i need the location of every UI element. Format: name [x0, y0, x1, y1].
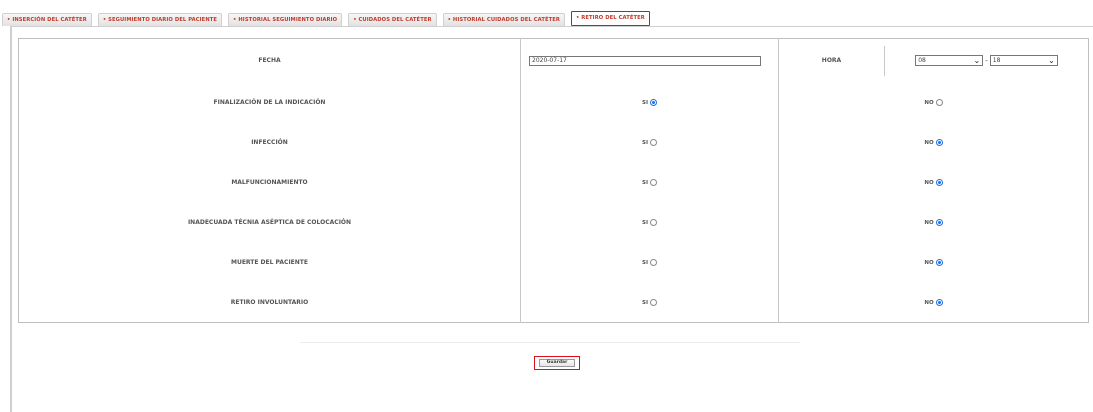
no-cell: NO [779, 243, 1089, 283]
si-radio[interactable] [650, 299, 657, 306]
tab-insercion[interactable]: • INSERCIÓN DEL CATÉTER [2, 13, 92, 26]
si-label: SI [641, 139, 648, 146]
si-cell: SI [520, 162, 779, 203]
no-cell: NO [779, 83, 1089, 123]
hora-wrap: HORA 08 ⌄ - 18 ⌄ [779, 39, 1088, 83]
no-cell: NO [779, 203, 1089, 243]
si-radio[interactable] [650, 99, 657, 107]
tab-retiro[interactable]: • RETIRO DEL CATÉTER [570, 11, 650, 26]
no-radio[interactable] [935, 299, 943, 306]
tab-list: • INSERCIÓN DEL CATÉTER • SEGUIMIENTO DI… [2, 10, 656, 26]
hour-select[interactable]: 08 ⌄ [915, 55, 984, 67]
no-option[interactable]: NO [924, 179, 943, 187]
fecha-row: FECHA 2020-07-17 HORA 08 ⌄ - 18 ⌄ [18, 38, 1089, 83]
no-label: NO [924, 179, 934, 186]
no-radio[interactable] [935, 179, 943, 187]
no-option[interactable]: NO [924, 259, 943, 267]
question-row: RETIRO INVOLUNTARIO SI NO [18, 282, 1089, 323]
no-radio[interactable] [935, 219, 943, 227]
question-label: MALFUNCIONAMIENTO [18, 162, 521, 203]
si-option[interactable]: SI [641, 259, 657, 267]
question-label: INADECUADA TÉCNIA ASÉPTICA DE COLOCACIÓN [18, 202, 521, 243]
form-divider [300, 342, 800, 343]
si-radio[interactable] [650, 179, 657, 187]
hour-value: 08 [918, 57, 926, 65]
si-radio[interactable] [650, 139, 657, 147]
question-label: FINALIZACIÓN DE LA INDICACIÓN [18, 82, 521, 123]
fecha-label: FECHA [18, 38, 521, 83]
si-cell: SI [520, 282, 779, 323]
no-option[interactable]: NO [924, 299, 943, 306]
question-label: MUERTE DEL PACIENTE [18, 242, 521, 283]
si-label: SI [641, 99, 648, 106]
question-label: INFECCIÓN [18, 122, 521, 163]
hora-label: HORA [779, 45, 885, 76]
no-cell: NO [779, 123, 1089, 163]
question-row: INADECUADA TÉCNIA ASÉPTICA DE COLOCACIÓN… [18, 202, 1089, 243]
hora-cell: HORA 08 ⌄ - 18 ⌄ [779, 39, 1089, 83]
question-row: MALFUNCIONAMIENTO SI NO [18, 162, 1089, 203]
save-button-label: Guardar [539, 359, 575, 367]
si-option[interactable]: SI [641, 179, 657, 187]
question-label: RETIRO INVOLUNTARIO [18, 282, 521, 323]
si-option[interactable]: SI [641, 139, 657, 147]
si-option[interactable]: SI [642, 299, 657, 306]
si-label: SI [641, 179, 648, 186]
question-row: FINALIZACIÓN DE LA INDICACIÓN SI NO [18, 82, 1089, 123]
si-option[interactable]: SI [641, 99, 657, 107]
no-cell: NO [779, 283, 1089, 323]
tab-seguimiento-diario[interactable]: • SEGUIMIENTO DIARIO DEL PACIENTE [97, 13, 223, 26]
hora-selects: 08 ⌄ - 18 ⌄ [885, 55, 1088, 67]
no-label: NO [924, 99, 934, 106]
no-label: NO [924, 139, 934, 146]
chevron-down-icon: ⌄ [1048, 55, 1055, 65]
fecha-input[interactable]: 2020-07-17 [529, 55, 761, 66]
minute-value: 18 [992, 57, 1001, 65]
no-radio[interactable] [935, 99, 943, 107]
si-radio[interactable] [650, 219, 657, 227]
no-option[interactable]: NO [924, 139, 943, 147]
si-cell: SI [520, 242, 779, 283]
chevron-down-icon: ⌄ [973, 55, 981, 65]
minute-select[interactable]: 18 ⌄ [989, 55, 1058, 67]
no-label: NO [924, 259, 934, 266]
no-cell: NO [779, 163, 1089, 203]
question-row: INFECCIÓN SI NO [18, 122, 1089, 163]
no-option[interactable]: NO [924, 219, 943, 227]
si-option[interactable]: SI [641, 219, 657, 227]
si-cell: SI [520, 122, 779, 163]
no-label: NO [924, 299, 934, 306]
question-row: MUERTE DEL PACIENTE SI NO [18, 242, 1089, 283]
si-cell: SI [520, 82, 779, 123]
no-radio[interactable] [935, 259, 943, 267]
tab-cuidados[interactable]: • CUIDADOS DEL CATÉTER [348, 13, 437, 26]
tab-bar: • INSERCIÓN DEL CATÉTER • SEGUIMIENTO DI… [0, 0, 1093, 28]
si-radio[interactable] [650, 259, 657, 267]
hora-separator: - [985, 56, 988, 65]
si-cell: SI [520, 202, 779, 243]
si-label: SI [641, 219, 648, 226]
no-radio[interactable] [935, 139, 943, 147]
si-label: SI [641, 259, 648, 266]
save-button[interactable]: Guardar [534, 356, 580, 370]
tab-historial-cuidados[interactable]: • HISTORIAL CUIDADOS DEL CATÉTER [442, 13, 565, 26]
retiro-form: FECHA 2020-07-17 HORA 08 ⌄ - 18 ⌄ FINALIZA… [18, 38, 1089, 323]
no-label: NO [924, 219, 934, 226]
no-option[interactable]: NO [924, 99, 943, 107]
tab-historial-seguimiento[interactable]: • HISTORIAL SEGUIMIENTO DIARIO [228, 13, 343, 26]
fecha-cell: 2020-07-17 [520, 38, 779, 83]
si-label: SI [641, 299, 648, 306]
